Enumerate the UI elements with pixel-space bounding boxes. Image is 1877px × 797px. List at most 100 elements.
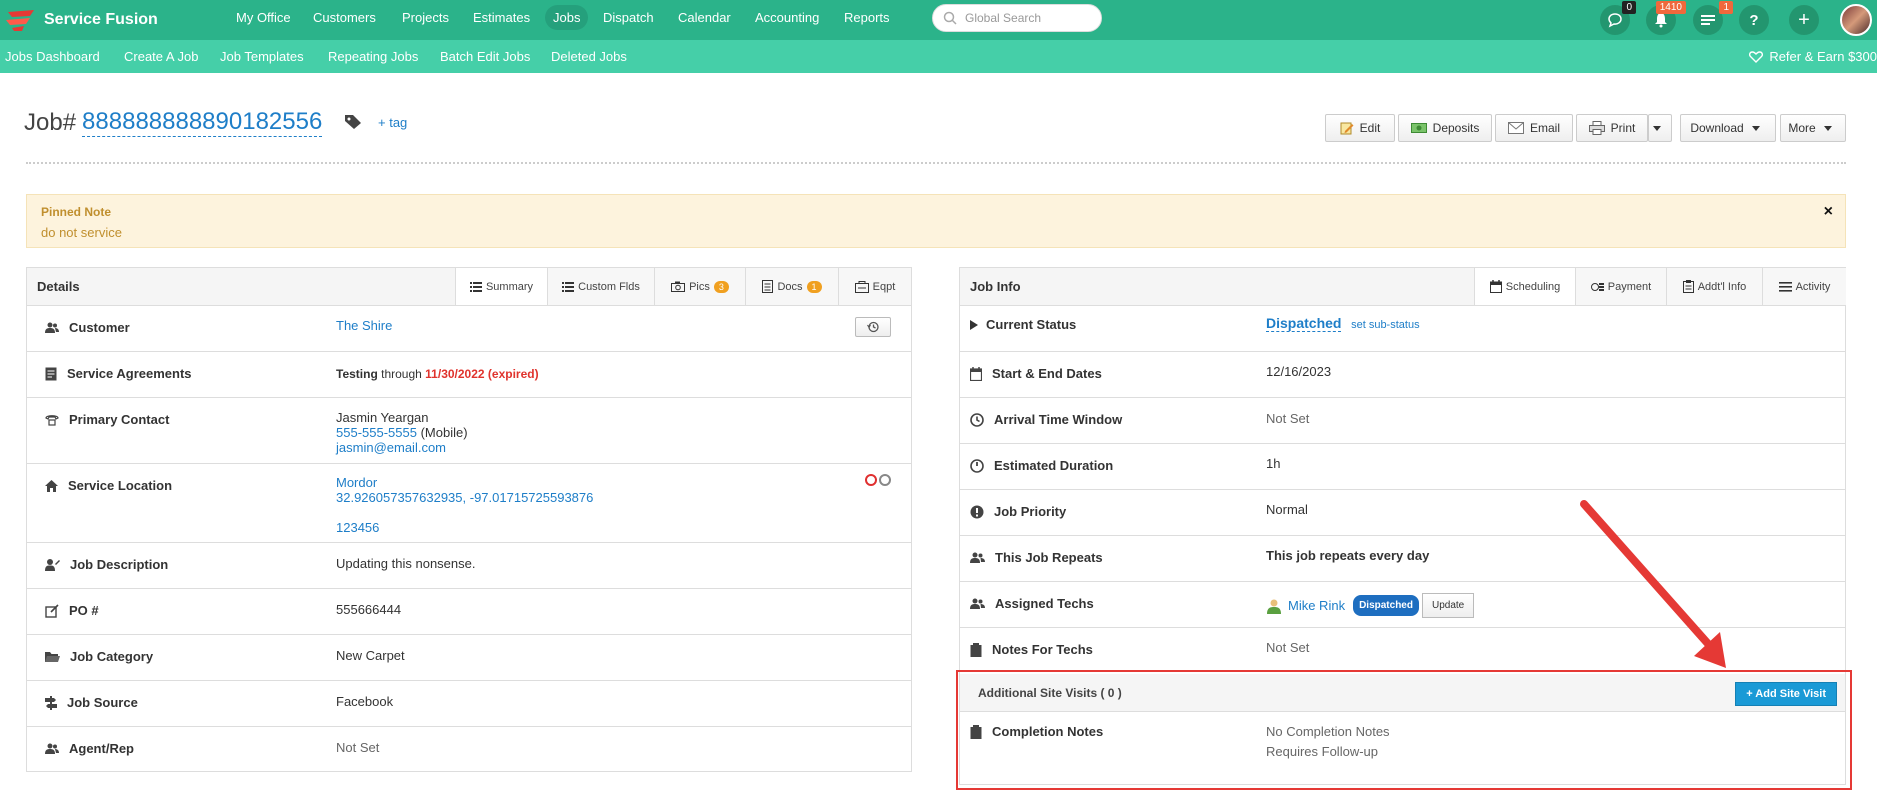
more-button[interactable]: More (1780, 114, 1846, 142)
set-substatus-link[interactable]: set sub-status (1351, 319, 1419, 331)
customer-link[interactable]: The Shire (336, 318, 392, 333)
tab-addl-info[interactable]: Addt'l Info (1666, 268, 1762, 305)
customer-history-button[interactable] (855, 317, 891, 337)
tab-custom-fields[interactable]: Custom Flds (547, 268, 654, 305)
status-value-link[interactable]: Dispatched (1266, 315, 1342, 332)
tech-name-link[interactable]: Mike Rink (1288, 598, 1345, 613)
list-icon (469, 281, 482, 292)
user-avatar[interactable] (1840, 4, 1872, 36)
location-name-link[interactable]: Mordor (336, 475, 593, 490)
job-info-header: Job Info Scheduling Payment Addt'l Info … (960, 268, 1846, 306)
brand-name: Service Fusion (44, 11, 158, 28)
edit-button[interactable]: Edit (1325, 114, 1395, 142)
chat-button[interactable]: 0 (1600, 1, 1636, 35)
tab-docs[interactable]: Docs 1 (745, 268, 838, 305)
tab-payment[interactable]: Payment (1575, 268, 1666, 305)
agreements-label-text: Service Agreements (67, 366, 192, 381)
detail-row-job-source: Job Source Facebook (27, 681, 911, 727)
nav-accounting[interactable]: Accounting (755, 10, 819, 25)
contact-email-link[interactable]: jasmin@email.com (336, 440, 468, 455)
location-zip-link[interactable]: 123456 (336, 520, 593, 535)
detail-row-po: PO # 555666444 (27, 589, 911, 635)
notifications-button[interactable]: 1410 (1646, 1, 1686, 35)
nav-reports[interactable]: Reports (844, 10, 890, 25)
document-icon (45, 367, 57, 380)
description-label-text: Job Description (70, 557, 169, 572)
pinned-note: Pinned Note do not service × (26, 194, 1846, 248)
contact-phone-link[interactable]: 555-555-5555 (336, 425, 417, 440)
brand-logo[interactable]: Service Fusion (4, 4, 158, 36)
user-edit-icon (45, 559, 60, 571)
print-label: Print (1610, 121, 1636, 135)
detail-row-primary-contact: Primary Contact Jasmin Yeargan 555-555-5… (27, 398, 911, 464)
repeats-value: This job repeats every day (1266, 548, 1430, 563)
subnav-jobs-dashboard[interactable]: Jobs Dashboard (5, 49, 100, 64)
nav-calendar[interactable]: Calendar (678, 10, 731, 25)
subnav-job-templates[interactable]: Job Templates (220, 49, 304, 64)
subnav-batch-edit-jobs[interactable]: Batch Edit Jobs (440, 49, 530, 64)
nav-dispatch[interactable]: Dispatch (603, 10, 654, 25)
tab-pics[interactable]: Pics 3 (654, 268, 745, 305)
download-button[interactable]: Download (1680, 114, 1776, 142)
quick-add-button[interactable]: + (1789, 5, 1819, 35)
refer-earn-link[interactable]: Refer & Earn $300 (1749, 49, 1877, 64)
email-button[interactable]: Email (1495, 114, 1573, 142)
add-tag-link[interactable]: + tag (378, 115, 407, 130)
subnav-repeating-jobs[interactable]: Repeating Jobs (328, 49, 418, 64)
info-row-arrival-window: Arrival Time Window Not Set (960, 398, 1845, 444)
clock-icon (970, 412, 984, 427)
tab-activity[interactable]: Activity (1762, 268, 1846, 305)
technician-icon (1267, 599, 1281, 614)
details-header: Details Summary Custom Flds Pics 3 Docs … (27, 268, 911, 306)
search-icon (943, 11, 957, 25)
print-dropdown-button[interactable] (1648, 114, 1672, 142)
detail-row-service-location: Service Location Mordor 32.9260573576329… (27, 464, 911, 543)
deposits-button[interactable]: Deposits (1398, 114, 1492, 142)
top-navbar: Service Fusion My Office Customers Proje… (0, 0, 1877, 40)
tag-icon[interactable] (344, 114, 362, 130)
refer-label: Refer & Earn $300 (1769, 49, 1877, 64)
status-dot-red[interactable] (865, 474, 877, 486)
tab-scheduling[interactable]: Scheduling (1474, 268, 1575, 305)
camera-icon (671, 281, 686, 292)
subnav-create-job[interactable]: Create A Job (124, 49, 198, 64)
techs-label: Assigned Techs (970, 596, 1094, 611)
close-icon[interactable]: × (1824, 203, 1833, 221)
agreement-value: Testing through 11/30/2022 (expired) (336, 367, 539, 382)
location-coords-link[interactable]: 32.926057357632935, -97.01715725593876 (336, 490, 593, 505)
nav-projects[interactable]: Projects (402, 10, 449, 25)
status-dot-gray[interactable] (879, 474, 891, 486)
users-icon (970, 598, 985, 609)
tech-update-button[interactable]: Update (1421, 593, 1475, 618)
nav-my-office[interactable]: My Office (236, 10, 291, 25)
global-search-input[interactable]: Global Search (932, 4, 1102, 32)
status-label-text: Current Status (986, 317, 1077, 332)
tasks-button[interactable]: 1 (1693, 1, 1733, 35)
nav-estimates[interactable]: Estimates (473, 10, 530, 25)
caret-right-icon (970, 319, 978, 330)
agreements-label: Service Agreements (45, 366, 192, 381)
calendar-icon (970, 366, 982, 381)
customer-label-text: Customer (69, 320, 130, 335)
agreement-name[interactable]: Testing (336, 367, 378, 381)
job-number[interactable]: 888888888890182556 (82, 108, 323, 137)
status-label[interactable]: Current Status (970, 317, 1076, 332)
tab-summary[interactable]: Summary (455, 268, 547, 305)
tab-equipment[interactable]: Eqpt (838, 268, 911, 305)
help-button[interactable]: ? (1739, 5, 1769, 35)
customer-label: Customer (45, 320, 130, 335)
notes-label: Notes For Techs (970, 642, 1093, 657)
nav-customers[interactable]: Customers (313, 10, 376, 25)
download-label: Download (1690, 121, 1744, 135)
tab-scheduling-label: Scheduling (1505, 280, 1561, 293)
subnav-deleted-jobs[interactable]: Deleted Jobs (551, 49, 627, 64)
stopwatch-icon (970, 458, 984, 473)
printer-icon (1588, 121, 1605, 135)
print-button[interactable]: Print (1576, 114, 1648, 142)
source-label-text: Job Source (67, 695, 138, 710)
heart-icon (1749, 50, 1764, 63)
nav-jobs[interactable]: Jobs (545, 5, 589, 30)
document-icon (762, 280, 774, 293)
details-title: Details (37, 279, 80, 294)
folder-icon (45, 651, 60, 662)
